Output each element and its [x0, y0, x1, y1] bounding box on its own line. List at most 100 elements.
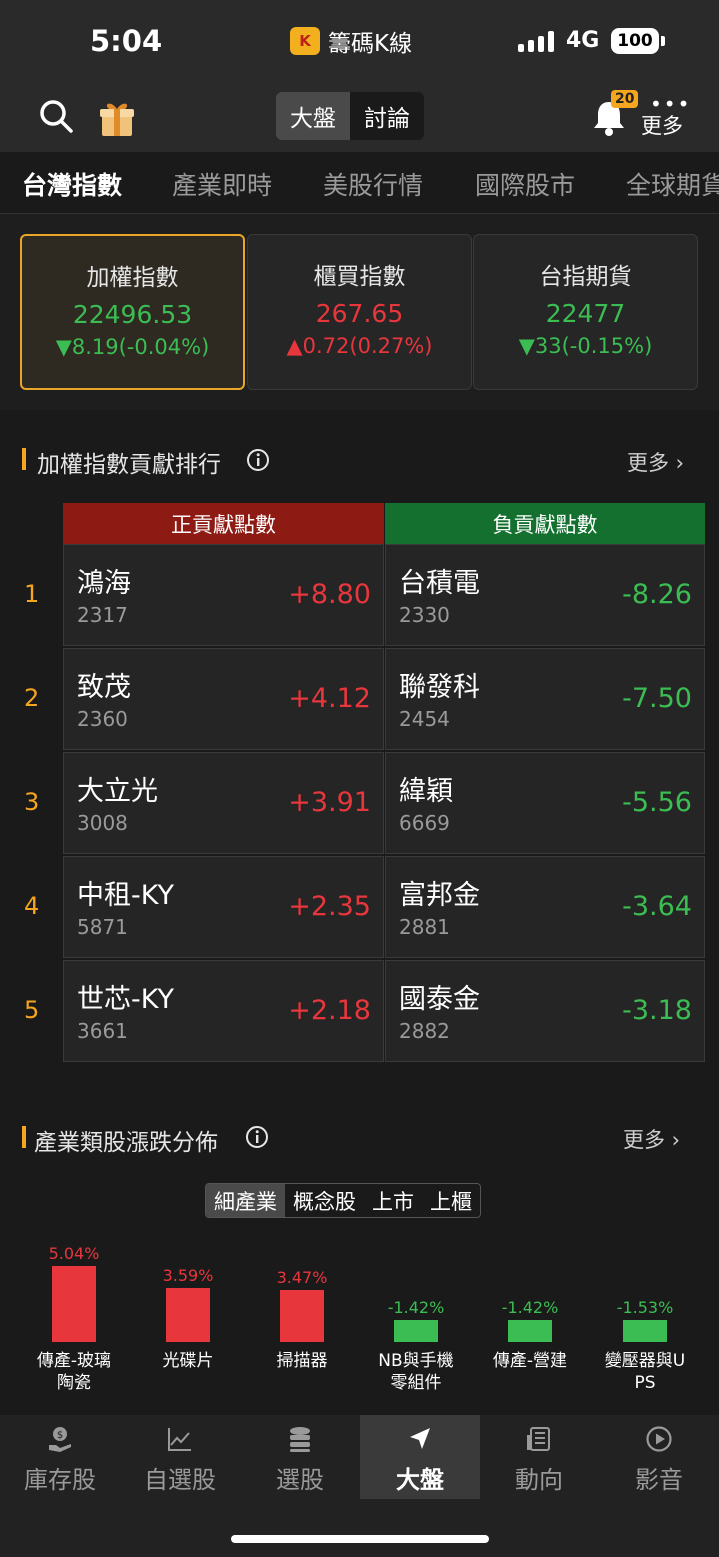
positive-stock-cell[interactable]: 致茂 2360 +4.12 — [63, 648, 384, 750]
info-icon[interactable] — [245, 1125, 269, 1149]
positive-stock-cell[interactable]: 世芯-KY 3661 +2.18 — [63, 960, 384, 1062]
nav-market[interactable]: 大盤 — [360, 1415, 480, 1499]
stock-name: 中租-KY — [77, 880, 174, 911]
card-value: 22496.53 — [72, 300, 193, 329]
industry-bar[interactable] — [394, 1320, 438, 1342]
industry-bar[interactable] — [52, 1266, 96, 1342]
section-title: 加權指數貢獻排行 — [37, 452, 221, 478]
industry-distribution-section: 產業類股漲跌分佈 更多 › 細產業 概念股 上市 上櫃 5.04% 傳產-玻璃 陶瓷… — [0, 1105, 719, 1415]
app-header: 大盤 討論 20 ••• 更多 — [0, 84, 719, 152]
industry-bar[interactable] — [508, 1320, 552, 1342]
industry-bar[interactable] — [280, 1289, 324, 1342]
search-icon[interactable] — [38, 98, 74, 134]
stock-code: 3661 — [77, 1019, 128, 1043]
stock-code: 2360 — [77, 707, 128, 731]
stock-code: 2454 — [399, 707, 450, 731]
status-app-indicator: K 籌碼K線 — [290, 24, 412, 58]
section-title: 產業類股漲跌分佈 — [34, 1130, 218, 1156]
contribution-ranking-section: 加權指數貢獻排行 更多 › 正貢獻點數 負貢獻點數 1 鴻海 2317 +8.80 台積… — [0, 427, 719, 1090]
industry-label-line: PS — [634, 1373, 656, 1393]
nav-trends[interactable]: 動向 — [479, 1415, 599, 1499]
nav-watchlist[interactable]: 自選股 — [120, 1415, 240, 1499]
negative-stock-cell[interactable]: 國泰金 2882 -3.18 — [385, 960, 705, 1062]
contribution-value: +2.35 — [288, 891, 371, 922]
svg-text:$: $ — [57, 1430, 63, 1441]
card-value: 22477 — [545, 299, 626, 328]
industry-bar[interactable] — [623, 1320, 667, 1342]
stock-name: 富邦金 — [399, 880, 480, 911]
rank-number: 1 — [24, 580, 40, 608]
section-accent-bar — [22, 1126, 26, 1148]
industry-bar-percent: -1.53% — [616, 1298, 674, 1317]
bottom-navigation: $ 庫存股 自選股 選股 大盤 動向 影音 — [0, 1415, 719, 1557]
segment-sub-industry[interactable]: 細產業 — [206, 1184, 285, 1217]
stock-name: 大立光 — [77, 776, 158, 807]
card-tx-futures[interactable]: 台指期貨 22477 ▼33(-0.15%) — [473, 234, 698, 390]
card-name: 台指期貨 — [539, 264, 632, 290]
positive-stock-cell[interactable]: 鴻海 2317 +8.80 — [63, 544, 384, 646]
negative-stock-cell[interactable]: 緯穎 6669 -5.56 — [385, 752, 705, 854]
contribution-value: -3.18 — [622, 995, 692, 1026]
positive-stock-cell[interactable]: 中租-KY 5871 +2.35 — [63, 856, 384, 958]
play-circle-icon — [646, 1426, 672, 1452]
nav-label: 動向 — [515, 1466, 563, 1494]
rank-number: 4 — [24, 892, 40, 920]
money-hand-icon: $ — [49, 1427, 71, 1452]
negative-stock-cell[interactable]: 聯發科 2454 -7.50 — [385, 648, 705, 750]
nav-video[interactable]: 影音 — [599, 1415, 719, 1499]
tab-us-stocks[interactable]: 美股行情 — [323, 166, 423, 202]
index-cards: 加權指數 22496.53 ▼8.19(-0.04%) 櫃買指數 267.65 … — [0, 214, 719, 410]
nav-label: 選股 — [276, 1466, 324, 1494]
tab-industry-live[interactable]: 產業即時 — [172, 166, 272, 202]
signal-icon — [518, 30, 554, 52]
status-time: 5:04 — [90, 24, 163, 58]
tab-global-futures[interactable]: 全球期貨 — [626, 166, 719, 202]
industry-bar-label: 傳產-營建 — [470, 1350, 590, 1372]
coin-stack-icon — [290, 1427, 310, 1452]
segment-concept[interactable]: 概念股 — [285, 1184, 364, 1217]
nav-screener[interactable]: 選股 — [240, 1415, 360, 1499]
industry-bar[interactable] — [166, 1288, 210, 1342]
segment-listed[interactable]: 上市 — [364, 1184, 422, 1217]
industry-segment-control: 細產業 概念股 上市 上櫃 — [205, 1183, 481, 1218]
industry-label-line: 傳產-玻璃 — [36, 1351, 112, 1371]
contribution-value: +4.12 — [288, 683, 371, 714]
card-change: ▼8.19(-0.04%) — [55, 335, 210, 359]
contribution-value: -3.64 — [622, 891, 692, 922]
tab-intl-markets[interactable]: 國際股市 — [475, 166, 575, 202]
card-change: ▼33(-0.15%) — [518, 334, 653, 358]
industry-label-line: 陶瓷 — [57, 1373, 91, 1393]
header-segment-control: 大盤 討論 — [276, 92, 424, 140]
segment-discussion[interactable]: 討論 — [350, 92, 424, 140]
contribution-value: +8.80 — [288, 579, 371, 610]
card-taiex[interactable]: 加權指數 22496.53 ▼8.19(-0.04%) — [20, 234, 245, 390]
gift-icon[interactable] — [97, 98, 137, 138]
home-indicator — [231, 1535, 489, 1543]
card-value: 267.65 — [315, 299, 404, 328]
tab-taiwan-index[interactable]: 台灣指數 — [22, 166, 122, 202]
status-app-name: 籌碼K線 — [328, 31, 413, 57]
card-otc-index[interactable]: 櫃買指數 267.65 ▲0.72(0.27%) — [247, 234, 472, 390]
industry-bar-label: 光碟片 — [128, 1350, 248, 1372]
negative-stock-cell[interactable]: 富邦金 2881 -3.64 — [385, 856, 705, 958]
section-more-link[interactable]: 更多 › — [627, 447, 684, 477]
more-button[interactable]: 更多 — [641, 110, 683, 140]
negative-stock-cell[interactable]: 台積電 2330 -8.26 — [385, 544, 705, 646]
stock-code: 5871 — [77, 915, 128, 939]
section-more-link[interactable]: 更多 › — [623, 1124, 680, 1154]
stock-code: 6669 — [399, 811, 450, 835]
negative-contribution-header: 負貢獻點數 — [385, 503, 705, 544]
nav-label: 大盤 — [396, 1466, 444, 1494]
industry-bar-percent: -1.42% — [387, 1298, 445, 1317]
positive-stock-cell[interactable]: 大立光 3008 +3.91 — [63, 752, 384, 854]
segment-market[interactable]: 大盤 — [276, 92, 350, 140]
section-accent-bar — [22, 448, 26, 470]
card-name: 櫃買指數 — [313, 264, 406, 290]
stock-code: 2330 — [399, 603, 450, 627]
nav-label: 自選股 — [144, 1466, 216, 1494]
industry-label-line: 零組件 — [390, 1373, 442, 1393]
contribution-value: -8.26 — [622, 579, 692, 610]
info-icon[interactable] — [246, 448, 270, 472]
nav-holdings[interactable]: $ 庫存股 — [0, 1415, 120, 1499]
segment-otc[interactable]: 上櫃 — [422, 1184, 480, 1217]
